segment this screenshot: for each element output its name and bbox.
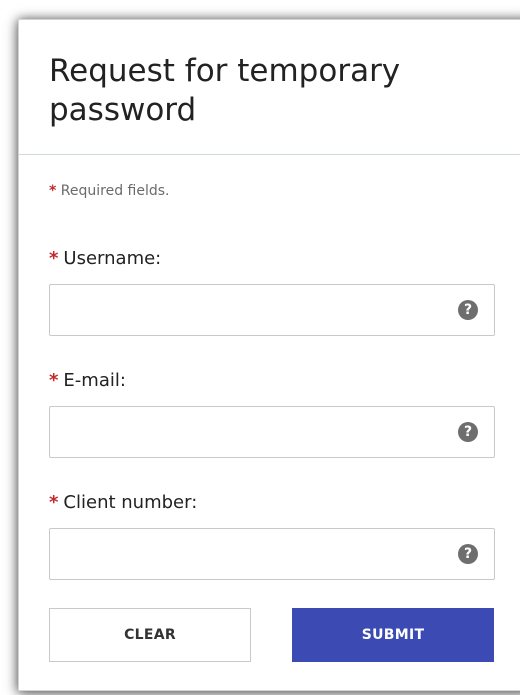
required-star: * (49, 183, 57, 199)
submit-button[interactable]: SUBMIT (292, 608, 494, 662)
username-label-text: Username: (63, 248, 162, 269)
email-input[interactable] (50, 407, 440, 457)
required-star: * (49, 248, 59, 269)
client-number-label-text: Client number: (63, 492, 198, 513)
page-title: Request for temporary password (49, 53, 401, 128)
username-label: * Username: (49, 248, 161, 269)
required-fields-note: * Required fields. (49, 183, 170, 199)
client-number-field[interactable]: ? (49, 528, 495, 580)
username-input[interactable] (50, 285, 440, 335)
clear-button[interactable]: CLEAR (49, 608, 251, 662)
question-circle-icon[interactable]: ? (458, 544, 478, 564)
question-circle-icon[interactable]: ? (458, 300, 478, 320)
client-number-input[interactable] (50, 529, 440, 579)
email-field[interactable]: ? (49, 406, 495, 458)
required-fields-text: Required fields. (60, 183, 170, 199)
required-star: * (49, 492, 59, 513)
username-field[interactable]: ? (49, 284, 495, 336)
question-circle-icon[interactable]: ? (458, 422, 478, 442)
email-label: * E-mail: (49, 370, 126, 391)
email-label-text: E-mail: (63, 370, 126, 391)
password-request-card: Request for temporary password * Require… (18, 19, 520, 691)
client-number-label: * Client number: (49, 492, 197, 513)
card-header: Request for temporary password (19, 20, 520, 155)
page-background: Request for temporary password * Require… (0, 0, 520, 695)
required-star: * (49, 370, 59, 391)
